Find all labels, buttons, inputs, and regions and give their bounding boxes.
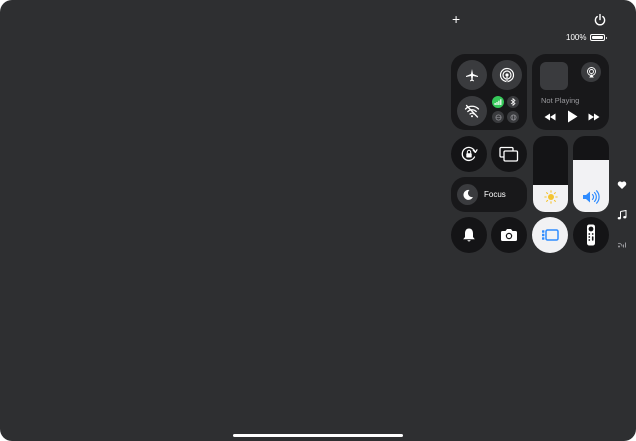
heart-icon[interactable] [617,180,627,190]
hotspot-button[interactable] [507,111,519,123]
remote-icon [587,224,595,246]
brightness-slider[interactable] [533,136,568,212]
plus-icon[interactable]: + [452,12,464,26]
orientation-lock-button[interactable] [451,136,487,172]
vpn-icon [495,114,501,120]
home-indicator[interactable] [233,434,403,437]
rewind-icon[interactable] [544,113,556,121]
apple-tv-remote-button[interactable] [573,217,609,253]
screen-mirroring-button[interactable] [491,136,527,172]
bell-icon [463,228,475,242]
play-icon[interactable] [567,110,578,123]
album-artwork [540,62,568,90]
cellular-icon [494,99,502,105]
vpn-button[interactable] [492,111,504,123]
stage-manager-icon [542,229,559,241]
orientation-lock-icon [461,146,478,162]
airdrop-icon [499,67,515,83]
volume-icon-wrap [573,190,609,204]
moon-icon [462,189,473,200]
airplane-mode-button[interactable] [457,60,487,90]
airdrop-button[interactable] [492,60,522,90]
focus-label: Focus [484,190,506,199]
sun-icon [543,190,558,204]
wifi-off-icon [464,104,480,118]
focus-moon-wrap [457,184,478,205]
hotspot-icon [510,114,516,120]
control-center-screen: + 100% Not Playing Focus [0,0,636,441]
music-note-icon[interactable] [617,210,627,220]
fast-forward-icon[interactable] [588,113,600,121]
camera-button[interactable] [491,217,527,253]
bluetooth-button[interactable] [507,96,519,108]
airplay-icon [586,66,596,77]
playback-controls [544,110,600,123]
battery-icon [590,34,608,41]
airplane-icon [466,69,478,82]
wifi-button[interactable] [457,96,487,126]
battery-status: 100% [566,33,608,42]
volume-slider[interactable] [573,136,609,212]
stage-manager-button[interactable] [532,217,568,253]
cellular-data-button[interactable] [492,96,504,108]
screen-mirroring-icon [499,146,519,162]
camera-icon [501,229,517,241]
volume-slider-fill [573,160,609,212]
bluetooth-icon [510,98,516,106]
battery-percent: 100% [566,33,587,42]
brightness-icon-wrap [533,190,568,204]
speaker-icon [583,190,600,204]
signal-icon[interactable] [617,240,627,248]
silent-mode-button[interactable] [451,217,487,253]
airplay-button[interactable] [581,62,601,82]
power-icon[interactable] [593,13,607,27]
now-playing-status: Not Playing [541,96,580,105]
